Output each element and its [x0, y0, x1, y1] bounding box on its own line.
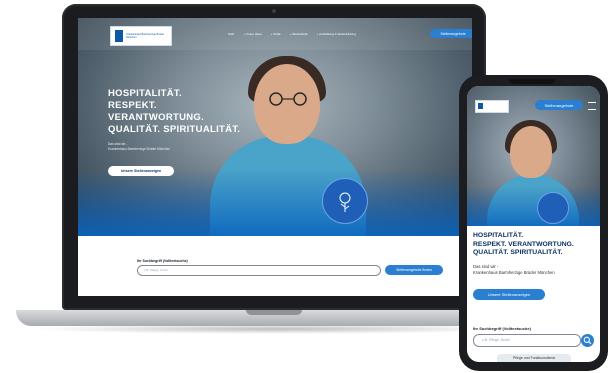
phone-notch [509, 79, 555, 84]
rose-icon [339, 192, 351, 212]
mobile-subline-line-2: Krankenhaus Barmherzige Brüder München [473, 270, 555, 275]
mobile-stellenangebote-button[interactable]: Stellenangebote [535, 100, 583, 110]
nav-item-sterbeklinik[interactable]: + Sterbeklinik [290, 32, 308, 36]
laptop-base [16, 310, 532, 326]
magnifier-icon [583, 336, 592, 345]
hamburger-menu-icon[interactable] [588, 102, 596, 110]
headline-line-3: VERANTWORTUNG. [108, 112, 205, 123]
rose-badge-icon [322, 178, 368, 224]
headline-line-4: QUALITÄT. SPIRITUALITÄT. [108, 124, 241, 135]
site-logo[interactable]: Krankenhaus Barmherzige Brüder München [110, 26, 172, 46]
mobile-stellenanzeigen-button[interactable]: Unsere Stellenanzeigen [473, 289, 545, 300]
mobile-hero-fade [467, 186, 600, 226]
logo-text: Krankenhaus Barmherzige Brüder München [126, 33, 165, 39]
mobile-site-logo[interactable] [475, 100, 509, 113]
mobile-subline: Das sind wir - Krankenhaus Barmherzige B… [473, 264, 555, 276]
hero-headline: HOSPITALITÄT. RESPEKT. VERANTWORTUNG. QU… [108, 88, 240, 136]
mobile-bottom-link[interactable]: Pflege und Funktionsdienst [497, 354, 571, 362]
subline-line-2: Krankenhaus Barmherzige Brüder München [108, 147, 171, 151]
mobile-headline-line-1: HOSPITALITÄT. [473, 232, 524, 239]
search-input[interactable]: z.B. Pflege, Ärztin [137, 265, 381, 276]
search-placeholder: z.B. Pflege, Ärztin [144, 268, 168, 272]
logo-mark-icon [115, 30, 124, 42]
mobile-search-label: Ihr Suchbegriff (Volltextsuche) [473, 326, 531, 331]
nav-item-ausbildung[interactable]: + Ausbildung & Weiterbildung [317, 32, 356, 36]
mobile-search-placeholder: z.B. Pflege, Ärztin [482, 338, 510, 342]
search-button[interactable]: Stellenangebote finden [385, 265, 443, 275]
nav-item-unser-haus[interactable]: + Unser Haus [243, 32, 261, 36]
mobile-headline-line-3: QUALITÄT. SPIRITUALITÄT. [473, 249, 563, 257]
mobile-search-icon[interactable] [581, 334, 594, 347]
phone-screen: Stellenangebote HOSPITALITÄT. RESPEKT. V… [467, 86, 600, 362]
mobile-headline-line-2: RESPEKT. VERANTWORTUNG. [473, 240, 574, 248]
glasses-icon [269, 92, 307, 106]
mobile-logo-mark-icon [478, 103, 483, 109]
mobile-search-input[interactable]: z.B. Pflege, Ärztin [473, 334, 581, 347]
nav-item-klinik[interactable]: + Klinik [271, 32, 281, 36]
search-label: Ihr Suchbegriff (Volltextsuche) [137, 259, 188, 263]
hero-fade [78, 168, 472, 236]
mobile-person-head [510, 126, 552, 178]
mobile-headline: HOSPITALITÄT. RESPEKT. VERANTWORTUNG. QU… [473, 232, 574, 258]
mobile-rose-badge-icon [537, 192, 569, 224]
laptop-camera [272, 9, 276, 13]
stellenanzeigen-button[interactable]: Unsere Stellenanzeigen [108, 166, 174, 176]
hero-subline: Das sind wir - Krankenhaus Barmherzige B… [108, 142, 170, 152]
laptop-screen: Krankenhaus Barmherzige Brüder München S… [78, 18, 472, 296]
nav-item-start[interactable]: Start [228, 32, 234, 36]
laptop-base-notch [246, 310, 302, 315]
stellenangebote-button[interactable]: Stellenangebote [430, 29, 472, 38]
main-nav: Start + Unser Haus + Klinik + Sterbeklin… [228, 32, 356, 36]
headline-line-2: RESPEKT. [108, 100, 157, 111]
headline-line-1: HOSPITALITÄT. [108, 88, 182, 99]
